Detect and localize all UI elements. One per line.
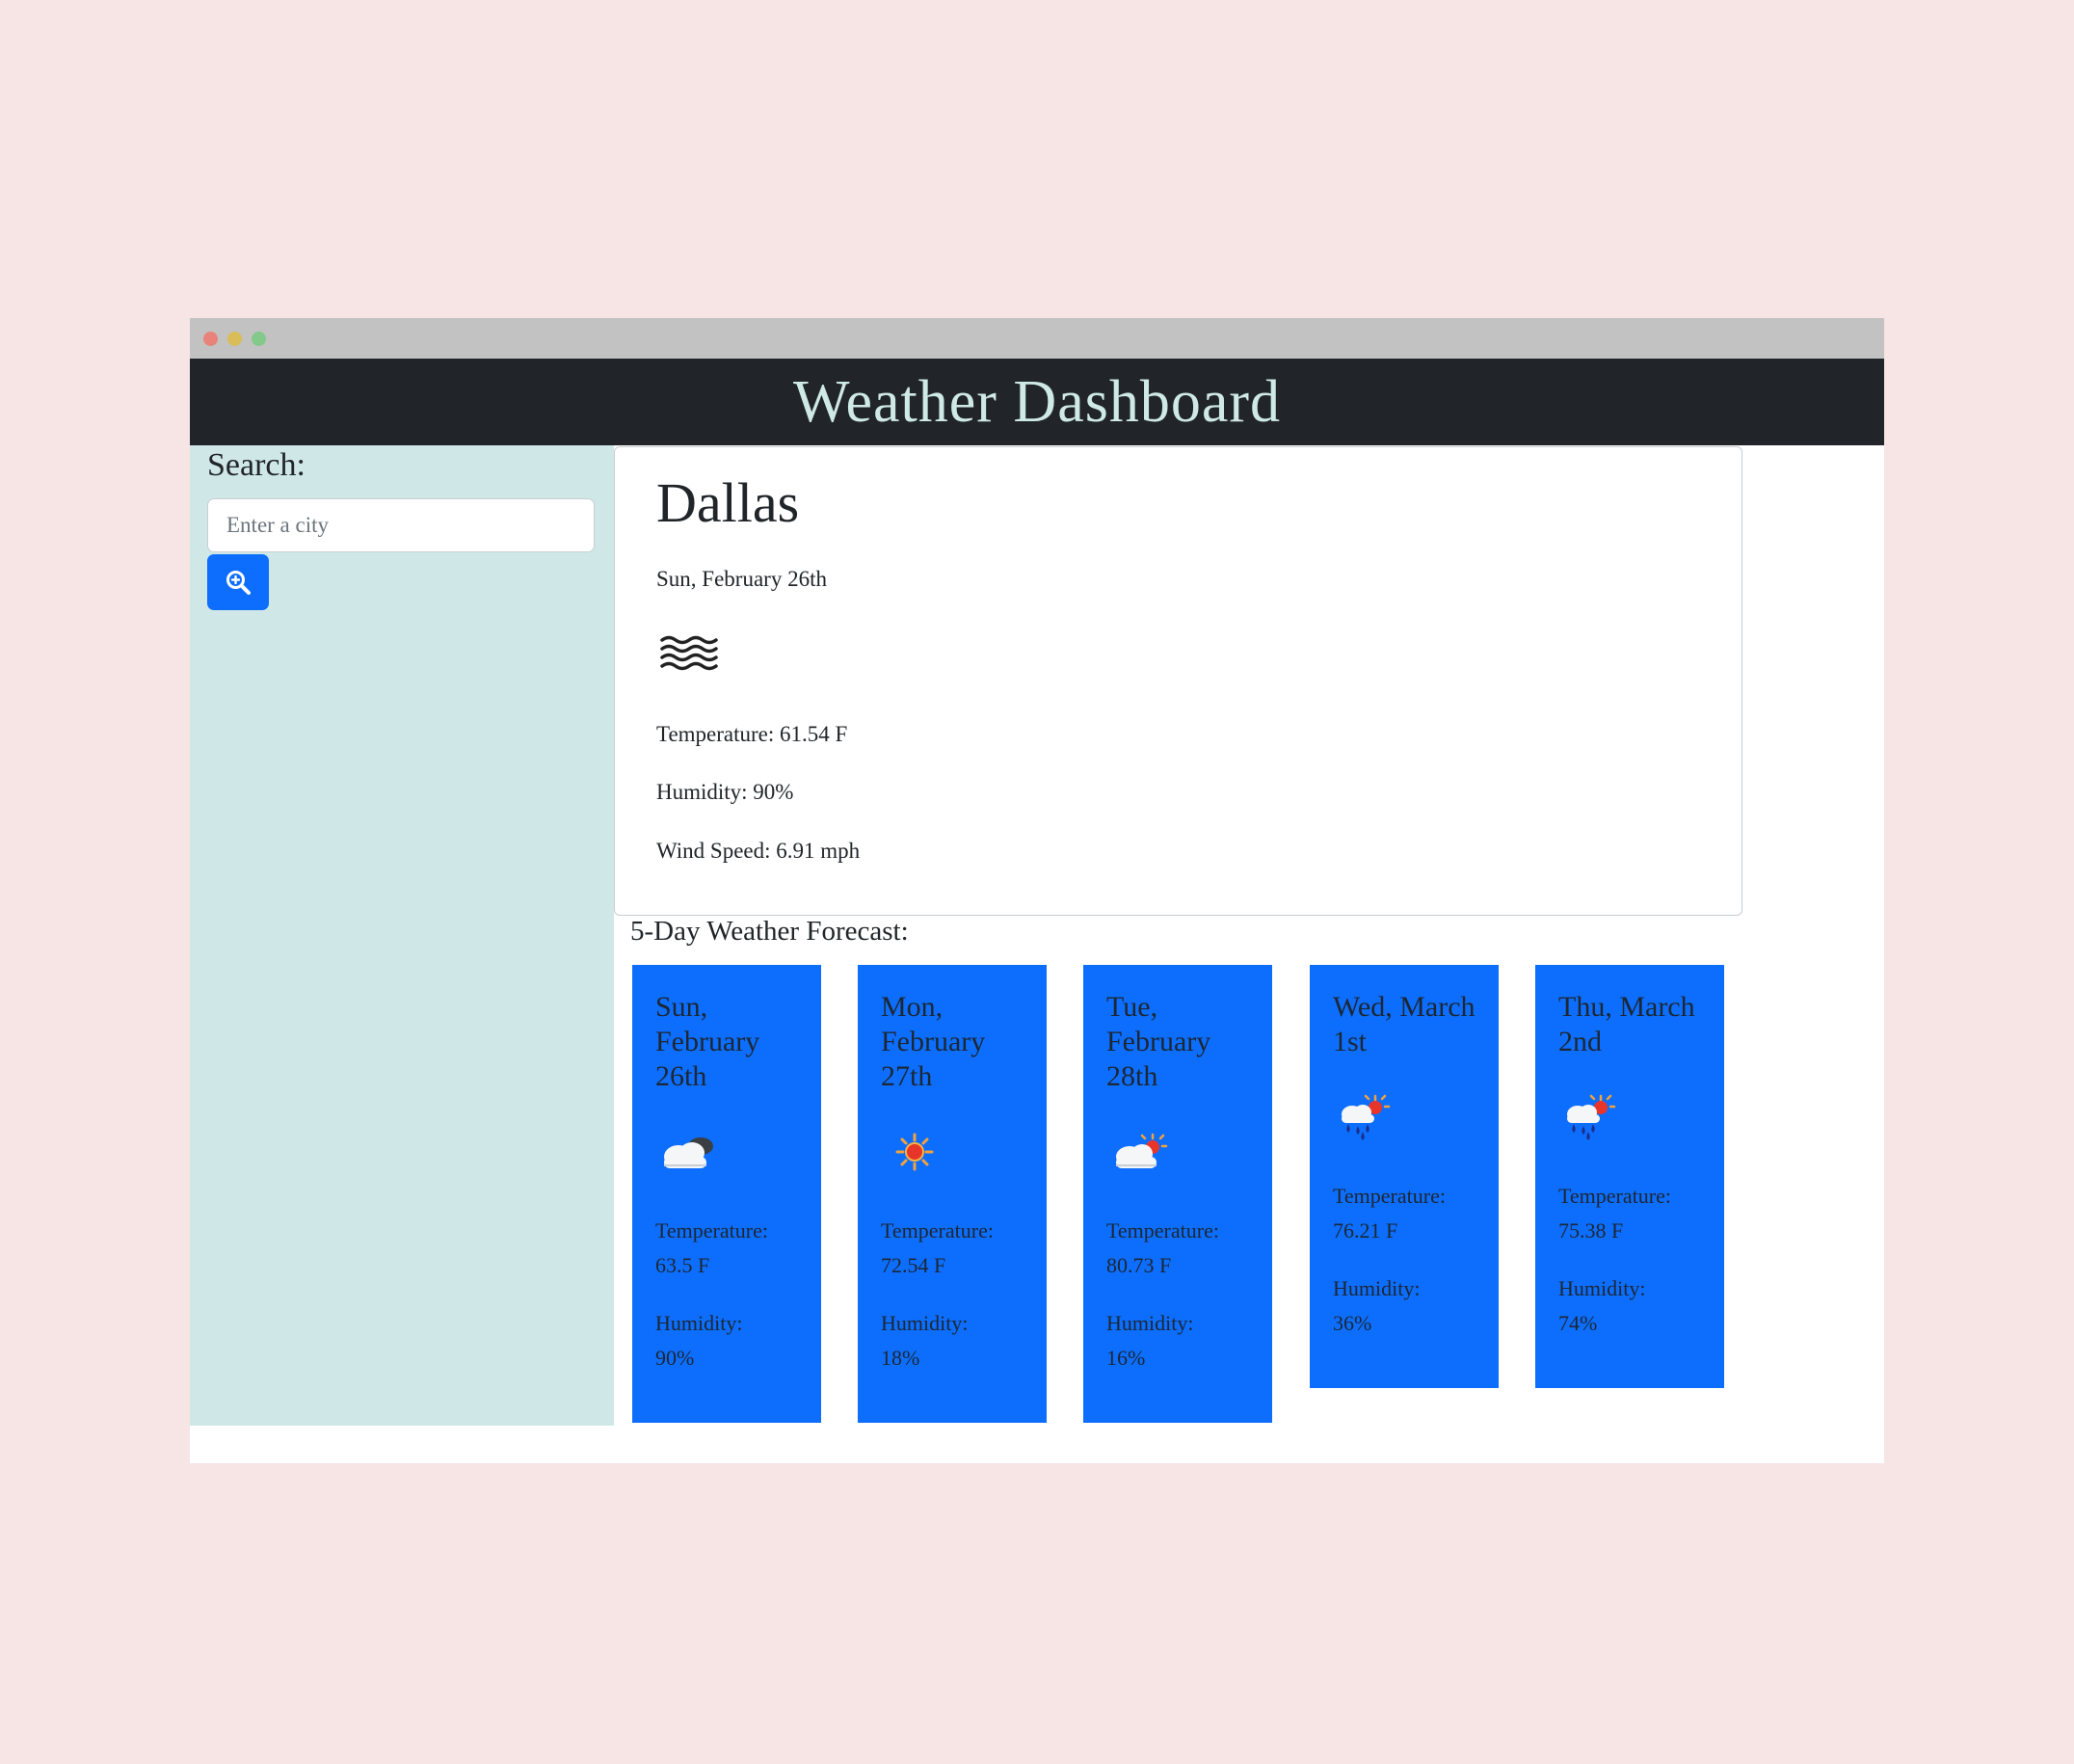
forecast-humidity-label: Humidity: [655, 1311, 743, 1335]
forecast-date: Tue, February 28th [1106, 991, 1211, 1092]
app-title: Weather Dashboard [792, 368, 1282, 435]
maximize-window-dot[interactable] [252, 332, 266, 346]
forecast-date: Thu, March 2nd [1558, 991, 1695, 1057]
search-zoom-icon [226, 571, 251, 595]
window-titlebar [190, 318, 1884, 359]
city-search-input[interactable] [207, 498, 595, 552]
mist-icon [660, 635, 718, 671]
forecast-humidity-label: Humidity: [1106, 1311, 1194, 1335]
cloudy-night-icon [664, 1137, 713, 1168]
current-date: Sun, February 26th [656, 567, 827, 591]
forecast-date: Sun, February 26th [655, 991, 760, 1092]
forecast-humidity: 74% [1558, 1311, 1598, 1335]
forecast-temperature: 72.54 F [881, 1253, 946, 1277]
partly-cloudy-icon [1116, 1133, 1168, 1168]
forecast-temperature-label: Temperature: [1106, 1218, 1219, 1243]
forecast-card: Wed, March 1st Temperature: 76.21 F Humi… [1310, 965, 1499, 1388]
current-weather-card: Dallas Sun, February 26th Temperature: 6… [614, 446, 1742, 916]
sun-rain-icon [1567, 1094, 1616, 1141]
sun-icon [895, 1133, 934, 1171]
forecast-humidity-label: Humidity: [1558, 1276, 1646, 1300]
search-button[interactable] [207, 554, 269, 610]
search-sidebar: Search: [190, 445, 614, 1426]
forecast-humidity: 36% [1333, 1311, 1372, 1335]
forecast-card: Tue, February 28th Temperature: 80.73 F … [1083, 965, 1272, 1423]
forecast-card: Sun, February 26th Temperature: 63.5 F H… [632, 965, 821, 1423]
forecast-card: Thu, March 2nd Temperature: 75.38 F Humi… [1535, 965, 1724, 1388]
forecast-card: Mon, February 27th Temperature: 72.54 F … [858, 965, 1047, 1423]
forecast-temperature: 63.5 F [655, 1253, 710, 1277]
forecast-temperature-label: Temperature: [1558, 1184, 1671, 1208]
app-header: Weather Dashboard [190, 359, 1884, 445]
current-temperature: Temperature: 61.54 F [656, 722, 848, 746]
forecast-temperature: 75.38 F [1558, 1218, 1624, 1243]
forecast-temperature-label: Temperature: [655, 1218, 768, 1243]
forecast-humidity-label: Humidity: [881, 1311, 969, 1335]
forecast-humidity: 18% [881, 1346, 920, 1370]
search-label: Search: [207, 447, 306, 483]
forecast-temperature-label: Temperature: [1333, 1184, 1446, 1208]
forecast-date: Wed, March 1st [1333, 991, 1476, 1057]
forecast-temperature: 80.73 F [1106, 1253, 1172, 1277]
current-wind-speed: Wind Speed: 6.91 mph [656, 839, 861, 863]
minimize-window-dot[interactable] [227, 332, 242, 346]
sun-rain-icon [1342, 1094, 1391, 1141]
forecast-humidity: 16% [1106, 1346, 1146, 1370]
forecast-date: Mon, February 27th [881, 991, 986, 1092]
forecast-humidity: 90% [655, 1346, 695, 1370]
close-window-dot[interactable] [203, 332, 218, 346]
city-name: Dallas [656, 471, 800, 534]
forecast-humidity-label: Humidity: [1333, 1276, 1421, 1300]
current-humidity: Humidity: 90% [656, 780, 794, 804]
forecast-title: 5-Day Weather Forecast: [630, 916, 909, 947]
forecast-temperature-label: Temperature: [881, 1218, 994, 1243]
forecast-temperature: 76.21 F [1333, 1218, 1398, 1243]
browser-window: Weather Dashboard Search: Dallas Sun, Fe… [190, 318, 1884, 1463]
